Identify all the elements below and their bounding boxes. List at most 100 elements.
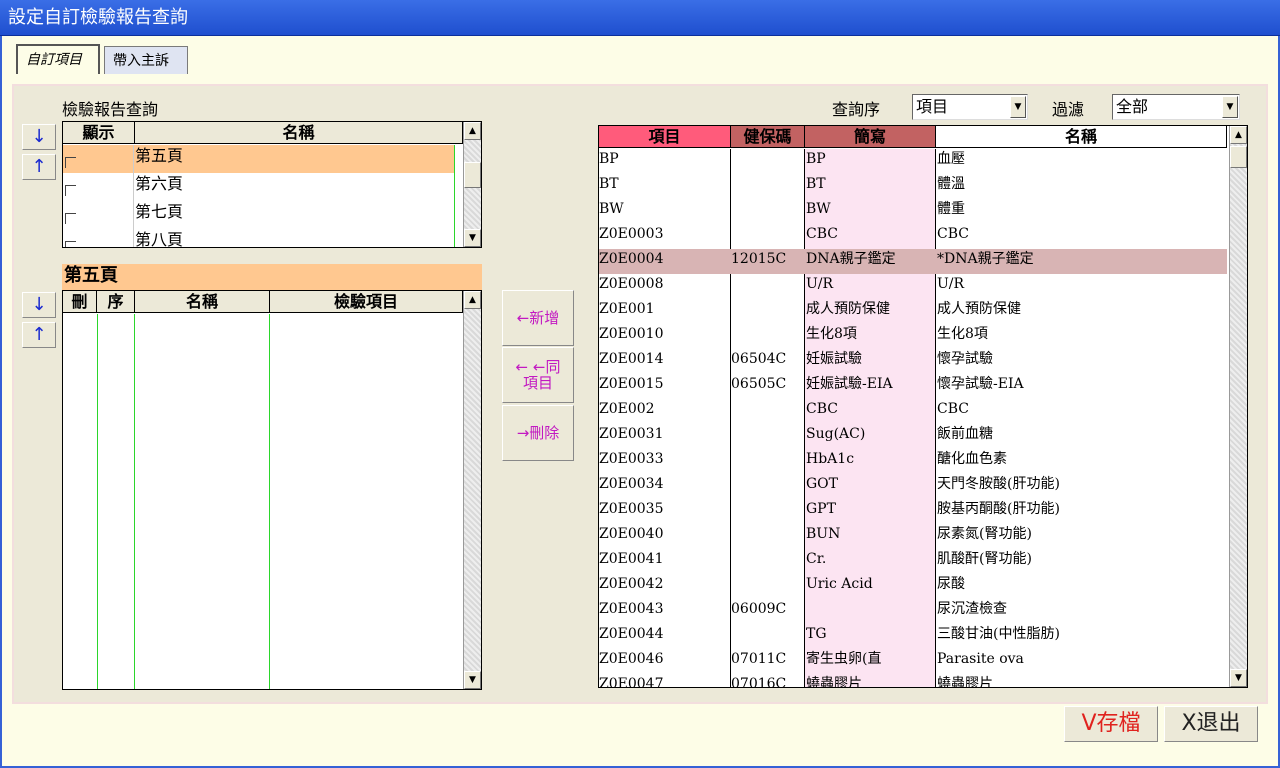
table-row[interactable]: Z0E0003 CBC CBC xyxy=(599,224,1227,249)
delete-button[interactable]: →刪除 xyxy=(502,405,574,461)
table-row[interactable]: Z0E0015 06505C 妊娠試驗-EIA 懷孕試驗-EIA xyxy=(599,374,1227,399)
table-row[interactable]: Z0E0034 GOT 天門冬胺酸(肝功能) xyxy=(599,474,1227,499)
cell-code: Z0E0040 xyxy=(599,526,664,542)
cell-code: Z0E0033 xyxy=(599,451,664,467)
save-button[interactable]: V存檔 xyxy=(1064,706,1158,742)
cell-code: Z0E0003 xyxy=(599,226,664,242)
show-checkbox[interactable] xyxy=(65,213,76,224)
scroll-thumb[interactable] xyxy=(464,162,481,188)
show-checkbox[interactable] xyxy=(65,157,76,168)
cell-name: U/R xyxy=(937,276,965,292)
exit-button[interactable]: X退出 xyxy=(1164,706,1258,742)
cell-abbr: TG xyxy=(806,626,827,642)
table-row[interactable]: Z0E0046 07011C 寄生虫卵(直 Parasite ova xyxy=(599,649,1227,674)
cell-code: Z0E002 xyxy=(599,401,655,417)
cell-name: 懷孕試驗-EIA xyxy=(937,376,1024,392)
scroll-up-icon[interactable]: ▲ xyxy=(1230,126,1247,144)
same-item-label-1: ← ←同 xyxy=(515,358,561,376)
add-button[interactable]: ←新增 xyxy=(502,290,574,346)
cell-name: CBC xyxy=(937,401,969,417)
table-row[interactable]: Z0E0041 Cr. 肌酸酐(腎功能) xyxy=(599,549,1227,574)
cell-abbr: HbA1c xyxy=(806,451,855,467)
cell-name: 尿沉渣檢查 xyxy=(937,601,1007,617)
header-code: 項目 xyxy=(599,126,731,148)
cell-code: BP xyxy=(599,151,619,167)
table-row[interactable]: Z0E0033 HbA1c 醣化血色素 xyxy=(599,449,1227,474)
move-down-button[interactable]: ↓ xyxy=(22,124,56,150)
tab-bring-complaint[interactable]: 帶入主訴 xyxy=(104,46,188,74)
page-name: 第八頁 xyxy=(135,230,184,248)
column-divider xyxy=(454,145,455,247)
chevron-down-icon[interactable]: ▼ xyxy=(1222,96,1238,118)
filter-select[interactable]: 全部 ▼ xyxy=(1112,94,1240,120)
page-row[interactable]: 第六頁 xyxy=(63,173,455,201)
table-row[interactable]: Z0E002 CBC CBC xyxy=(599,399,1227,424)
show-checkbox[interactable] xyxy=(65,241,76,247)
scroll-up-icon[interactable]: ▲ xyxy=(464,291,481,309)
table-row[interactable]: BW BW 體重 xyxy=(599,199,1227,224)
page-title: 第五頁 xyxy=(62,264,482,290)
cell-code: BT xyxy=(599,176,619,192)
cell-abbr: 蟯蟲膠片 xyxy=(806,676,862,688)
cell-abbr: 妊娠試驗-EIA xyxy=(806,376,893,392)
cell-nhi: 12015C xyxy=(731,251,787,267)
show-checkbox[interactable] xyxy=(65,185,76,196)
cell-name: 懷孕試驗 xyxy=(937,351,993,367)
chevron-down-icon[interactable]: ▼ xyxy=(1010,96,1026,118)
page-row[interactable]: 第五頁 xyxy=(63,145,455,173)
cell-name: 天門冬胺酸(肝功能) xyxy=(937,476,1060,492)
page-items-table: 刪 序 名稱 檢驗項目 ▲ ▼ xyxy=(62,290,482,690)
lab-items-rows: BP BP 血壓 BT BT 體溫 BW BW 體重 Z0E0003 CBC CBC Z0E0004 12… xyxy=(599,149,1227,688)
table-row[interactable]: Z0E0043 06009C 尿沉渣檢查 xyxy=(599,599,1227,624)
cell-code: Z0E0047 xyxy=(599,676,664,688)
lab-items-scrollbar[interactable]: ▲ ▼ xyxy=(1229,126,1247,687)
table-row[interactable]: Z0E0040 BUN 尿素氮(腎功能) xyxy=(599,524,1227,549)
cell-abbr: Uric Acid xyxy=(806,576,873,592)
tab-custom-items[interactable]: 自訂項目 xyxy=(16,44,100,74)
table-row[interactable]: Z0E0044 TG 三酸甘油(中性脂肪) xyxy=(599,624,1227,649)
scroll-down-icon[interactable]: ▼ xyxy=(464,229,481,247)
cell-nhi: 06504C xyxy=(731,351,787,367)
table-row[interactable]: Z0E0014 06504C 妊娠試驗 懷孕試驗 xyxy=(599,349,1227,374)
section-label: 檢驗報告查詢 xyxy=(62,100,159,119)
cell-name: 生化8項 xyxy=(937,326,988,342)
cell-code: Z0E0008 xyxy=(599,276,664,292)
header-item-name: 名稱 xyxy=(135,291,270,313)
items-scrollbar[interactable]: ▲ ▼ xyxy=(463,291,481,689)
cell-name: 血壓 xyxy=(937,151,965,167)
table-row[interactable]: Z0E0004 12015C DNA親子鑑定 *DNA親子鑑定 xyxy=(599,249,1227,274)
table-row[interactable]: Z0E0042 Uric Acid 尿酸 xyxy=(599,574,1227,599)
table-row[interactable]: Z0E001 成人預防保健 成人預防保健 xyxy=(599,299,1227,324)
table-row[interactable]: Z0E0035 GPT 胺基丙酮酸(肝功能) xyxy=(599,499,1227,524)
cell-abbr: 成人預防保健 xyxy=(806,301,890,317)
table-row[interactable]: Z0E0031 Sug(AC) 飯前血糖 xyxy=(599,424,1227,449)
table-row[interactable]: Z0E0047 07016C 蟯蟲膠片 蟯蟲膠片 xyxy=(599,674,1227,688)
table-row[interactable]: Z0E0010 生化8項 生化8項 xyxy=(599,324,1227,349)
cell-abbr: BW xyxy=(806,201,831,217)
move-up-button[interactable]: ↑ xyxy=(22,154,56,180)
scroll-down-icon[interactable]: ▼ xyxy=(1230,669,1247,687)
page-row[interactable]: 第八頁 xyxy=(63,229,455,248)
cell-name: 體溫 xyxy=(937,176,965,192)
table-row[interactable]: BP BP 血壓 xyxy=(599,149,1227,174)
sort-select[interactable]: 項目 ▼ xyxy=(912,94,1028,120)
table-row[interactable]: BT BT 體溫 xyxy=(599,174,1227,199)
scroll-up-icon[interactable]: ▲ xyxy=(464,122,481,140)
cell-nhi: 07011C xyxy=(731,651,787,667)
header-nhi-code: 健保碼 xyxy=(731,126,805,148)
cell-name: 胺基丙酮酸(肝功能) xyxy=(937,501,1060,517)
cell-code: Z0E0014 xyxy=(599,351,664,367)
page-row[interactable]: 第七頁 xyxy=(63,201,455,229)
header-abbr: 簡寫 xyxy=(805,126,936,148)
table-row[interactable]: Z0E0008 U/R U/R xyxy=(599,274,1227,299)
column-divider xyxy=(134,314,135,689)
same-item-button[interactable]: ← ←同 項目 xyxy=(502,347,574,403)
item-move-up-button[interactable]: ↑ xyxy=(22,322,56,348)
cell-name: *DNA親子鑑定 xyxy=(937,251,1034,267)
page-name: 第五頁 xyxy=(135,146,184,165)
item-move-down-button[interactable]: ↓ xyxy=(22,292,56,318)
scroll-thumb[interactable] xyxy=(1230,146,1247,168)
lab-items-table: 項目 健保碼 簡寫 名稱 BP BP 血壓 BT BT 體溫 BW BW 體重 Z0E0003 CB… xyxy=(598,125,1248,688)
scroll-down-icon[interactable]: ▼ xyxy=(464,671,481,689)
pages-scrollbar[interactable]: ▲ ▼ xyxy=(463,122,481,247)
